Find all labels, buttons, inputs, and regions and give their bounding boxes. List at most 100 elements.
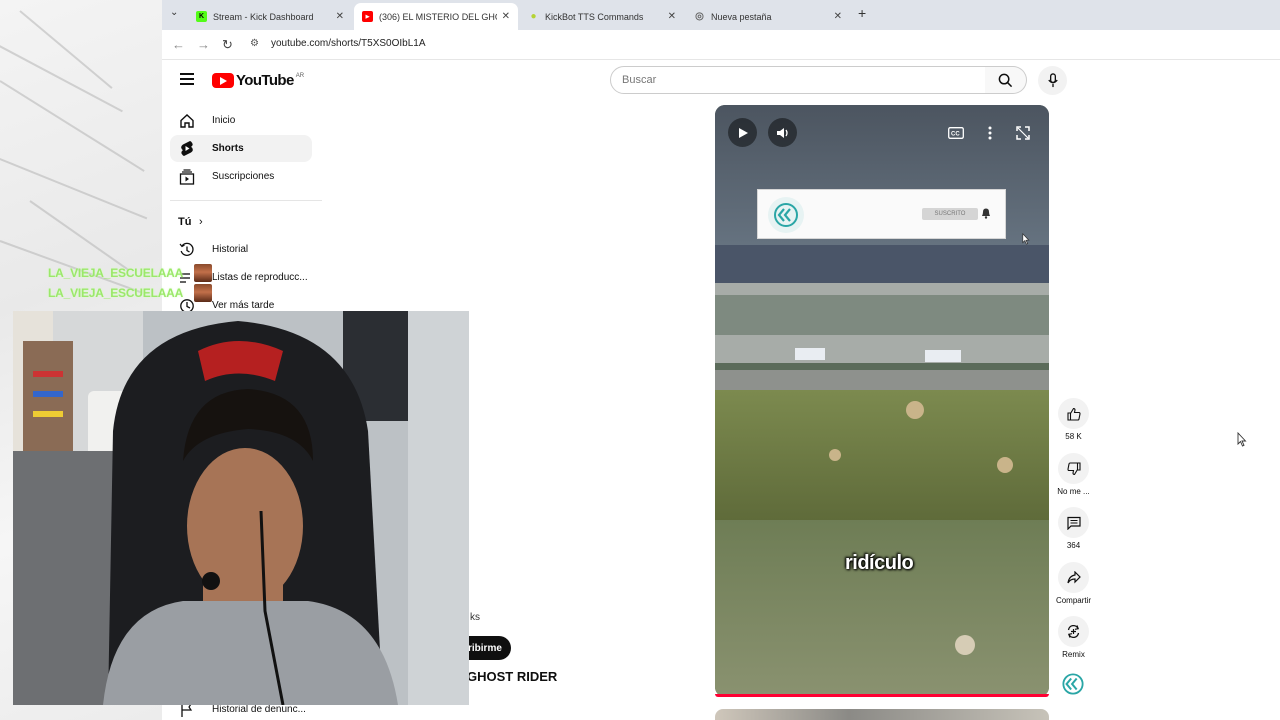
remix-label: Remix [1062,650,1085,659]
fullscreen-icon [1016,126,1030,140]
remix-icon[interactable] [1058,616,1089,647]
like-action[interactable]: 58 K [1058,398,1089,441]
sidebar-item-label: Suscripciones [212,171,275,182]
history-icon [178,241,196,259]
youtube-favicon-icon: ▶ [362,11,373,22]
video-progress-bar[interactable] [715,694,1049,697]
chat-emote-icon [194,284,212,302]
browser-tab-bar: ⌄ K Stream - Kick Dashboard ✕ ▶ (306) EL… [162,0,1280,30]
voice-search-button[interactable] [1038,66,1067,95]
share-label: Compartir [1055,596,1092,605]
search-box [610,66,986,94]
partial-text: ks [470,612,480,623]
chrome-favicon-icon: ◎ [695,11,704,22]
close-tab-icon[interactable]: ✕ [834,11,842,22]
search-button[interactable] [985,66,1027,94]
tab-kick-dashboard[interactable]: K Stream - Kick Dashboard ✕ [188,3,352,30]
dislike-icon[interactable] [1058,453,1089,484]
sidebar-item-inicio[interactable]: Inicio [170,107,312,134]
sidebar-item-label: Ver más tarde [212,300,275,311]
browser-address-bar: ← → ↻ ⚙ youtube.com/shorts/T5XS0OIbL1A [162,30,1280,60]
next-short-preview[interactable] [715,709,1049,720]
sidebar-item-label: Historial [212,244,249,255]
tab-title: Stream - Kick Dashboard [213,11,314,22]
chat-username: LA_VIEJA_ESCUELAAA [48,266,184,280]
play-icon [738,127,748,138]
sidebar-item-suscripciones[interactable]: Suscripciones [170,163,312,190]
chat-emote-icon [194,264,212,282]
fullscreen-button[interactable] [1012,122,1034,144]
sidebar-section-you[interactable]: Tú [178,216,191,228]
sidebar-item-playlists[interactable]: Listas de reproducc... [170,264,312,291]
share-icon[interactable] [1058,562,1089,593]
channel-title: GHOST RIDER [467,669,558,684]
sidebar-divider [170,200,322,201]
sidebar-item-label: Listas de reproducc... [212,272,308,283]
home-icon [178,112,196,130]
mouse-cursor-icon [1237,431,1247,452]
video-caption: ridículo [845,552,914,574]
chat-username: LA_VIEJA_ESCUELAAA [48,286,184,300]
sidebar-item-shorts[interactable]: Shorts [170,135,312,162]
search-input[interactable] [611,67,985,93]
share-action[interactable]: Compartir [1056,562,1091,605]
sidebar-item-label: Inicio [212,115,236,126]
sidebar-item-label: Shorts [212,143,244,154]
more-vertical-icon [988,126,992,140]
kick-favicon-icon: K [196,11,207,22]
play-button[interactable] [728,118,757,147]
tab-search-chevron-icon[interactable]: ⌄ [170,7,178,18]
tab-kickbot[interactable]: ● KickBot TTS Commands ✕ [520,3,684,30]
mouse-cursor-icon [1022,232,1030,250]
youtube-logo[interactable]: YouTube AR [212,72,304,89]
tab-title: KickBot TTS Commands [545,11,644,22]
sidebar-item-historial[interactable]: Historial [170,236,312,263]
shorts-icon [178,140,196,158]
back-arrow-icon[interactable]: ← [172,37,185,52]
tab-youtube[interactable]: ▶ (306) EL MISTERIO DEL GHOST ✕ [354,3,518,30]
svg-text:CC: CC [951,132,960,138]
youtube-play-logo-icon [212,73,234,88]
subscription-card: SUSCRITO [757,189,1006,239]
captions-button[interactable]: CC [945,122,967,144]
logo-text: YouTube [236,72,294,89]
volume-button[interactable] [768,118,797,147]
country-code: AR [295,73,305,79]
tab-new-tab[interactable]: ◎ Nueva pestaña ✕ [686,3,850,30]
search-icon [998,73,1013,87]
volume-icon [776,127,788,138]
close-tab-icon[interactable]: ✕ [668,11,676,22]
tab-title: Nueva pestaña [711,11,772,22]
subscriptions-icon [178,168,196,186]
captions-icon: CC [948,127,964,139]
site-info-icon[interactable]: ⚙ [250,38,259,49]
tab-title: (306) EL MISTERIO DEL GHOST [379,11,497,22]
comments-action[interactable]: 364 [1058,507,1089,550]
subscribe-label: ribirme [468,642,502,654]
sidebar-item-label: Historial de denunc... [212,704,306,715]
like-icon[interactable] [1058,398,1089,429]
bell-icon [980,206,992,224]
comment-icon[interactable] [1058,507,1089,538]
hamburger-menu-icon[interactable] [180,73,194,88]
comment-count: 364 [1066,541,1081,550]
chevron-right-icon[interactable]: › [199,216,203,228]
like-count: 58 K [1065,432,1082,441]
new-tab-button[interactable]: + [858,5,866,21]
more-options-button[interactable] [979,122,1001,144]
dislike-label: No me ... [1057,487,1090,496]
channel-logo-icon [768,197,804,233]
subscribed-pill: SUSCRITO [922,208,978,220]
dislike-action[interactable]: No me ... [1057,453,1090,496]
reload-icon[interactable]: ↻ [222,37,233,53]
kickbot-favicon-icon: ● [530,11,537,22]
channel-logo-icon [1062,673,1084,695]
webcam-feed [13,311,469,705]
remix-action[interactable]: Remix [1058,616,1089,659]
close-tab-icon[interactable]: ✕ [502,11,510,22]
url-field[interactable]: youtube.com/shorts/T5XS0OIbL1A [271,38,426,49]
channel-avatar[interactable] [1061,672,1085,696]
microphone-icon [1047,73,1058,88]
forward-arrow-icon[interactable]: → [197,37,210,52]
close-tab-icon[interactable]: ✕ [336,11,344,22]
